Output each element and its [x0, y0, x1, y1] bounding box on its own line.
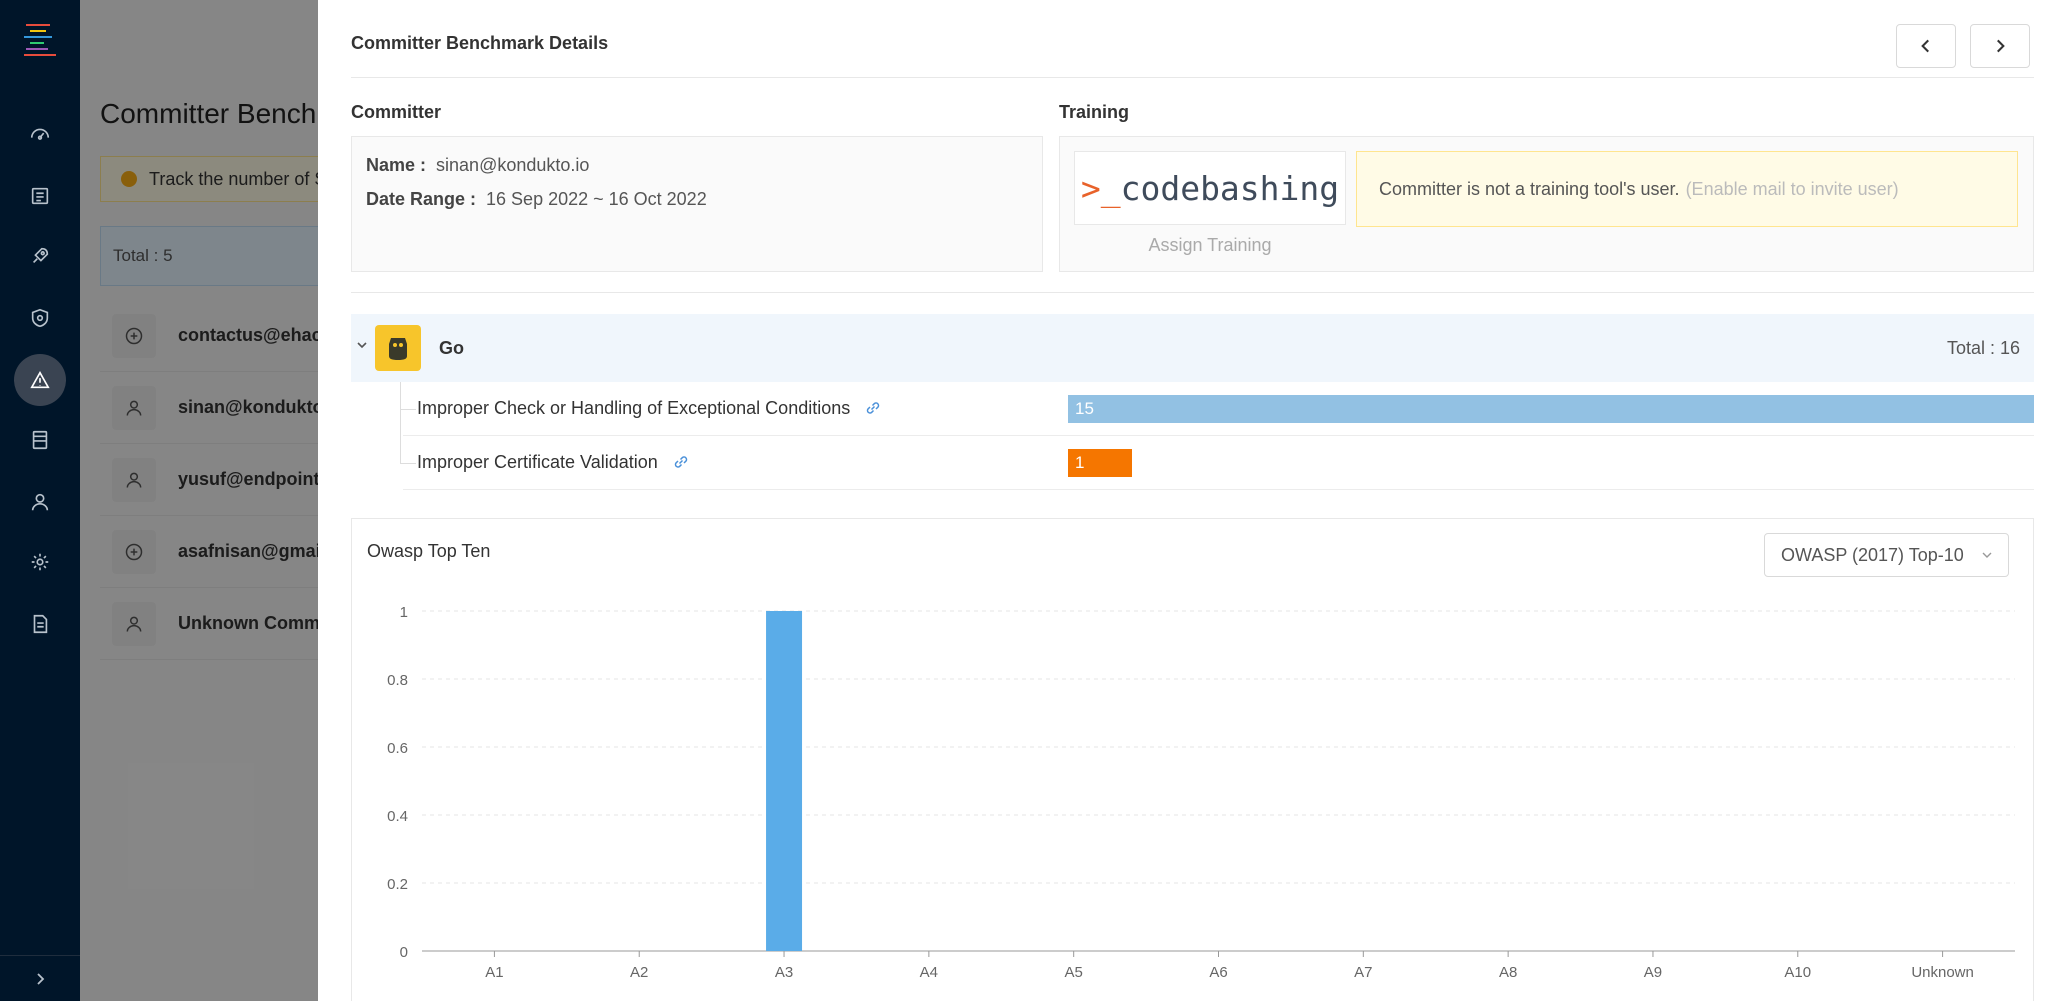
committer-section-label: Committer — [351, 102, 442, 122]
divider — [351, 77, 2034, 78]
file-icon[interactable] — [14, 598, 66, 650]
training-message: Committer is not a training tool's user. — [1379, 178, 1680, 199]
divider — [351, 292, 2034, 293]
x-tick-label: A2 — [630, 964, 648, 981]
user-icon[interactable] — [14, 476, 66, 528]
sidebar — [0, 0, 80, 1001]
y-tick-label: 0.8 — [387, 672, 408, 689]
x-tick-label: A10 — [1784, 964, 1811, 981]
owasp-bar-chart: 0 0.2 0.4 0.6 0.8 1 A1 A2 A3 A4 A5 A6 A7 A8 A9 A10 Unkno… — [387, 604, 2015, 981]
expand-sidebar-button[interactable] — [0, 955, 80, 1001]
y-tick-label: 0.2 — [387, 876, 408, 893]
x-tick-label: Unknown — [1911, 964, 1974, 981]
enable-mail-link[interactable]: (Enable mail to invite user) — [1686, 179, 1899, 200]
language-name: Go — [439, 338, 464, 358]
link-icon[interactable] — [672, 453, 690, 471]
y-tick-label: 0.6 — [387, 740, 408, 757]
warning-icon[interactable] — [14, 354, 66, 406]
committer-name: sinan@kondukto.io — [436, 155, 590, 175]
training-section-label: Training — [1059, 102, 1130, 122]
book-icon[interactable] — [14, 414, 66, 466]
x-tick-label: A6 — [1209, 964, 1227, 981]
committer-details-drawer: Committer Benchmark Details Committer Tr… — [318, 0, 2048, 1001]
date-range-line: Date Range : 16 Sep 2022 ~ 16 Oct 2022 — [366, 189, 707, 210]
logo-prompt: >_ — [1080, 168, 1121, 208]
tree-line — [400, 409, 416, 410]
vulnerability-name: Improper Certificate Validation — [417, 452, 658, 472]
assign-training-link[interactable]: Assign Training — [1074, 235, 1346, 256]
tree-line — [400, 436, 401, 464]
y-tick-label: 1 — [400, 604, 408, 621]
logo-word: codebashing — [1120, 168, 1340, 208]
x-tick-label: A7 — [1354, 964, 1372, 981]
tree-line — [400, 463, 416, 464]
dashboard-icon[interactable] — [14, 108, 66, 160]
chevron-down-icon[interactable] — [355, 338, 369, 352]
chevron-left-icon — [1921, 39, 1929, 53]
x-tick-label: A8 — [1499, 964, 1517, 981]
x-tick-label: A4 — [920, 964, 938, 981]
y-tick-label: 0 — [400, 944, 408, 961]
x-tick-label: A9 — [1644, 964, 1662, 981]
owasp-chart-card: Owasp Top Ten OWASP (2017) Top-10 0 0.2 0.… — [351, 518, 2034, 1001]
row-divider — [403, 489, 2034, 490]
bar-a3 — [766, 611, 803, 951]
language-total: Total : 16 — [1946, 338, 2020, 358]
next-button[interactable] — [1970, 24, 2030, 68]
committer-info-panel: Name : sinan@kondukto.io Date Range : 16 S… — [351, 136, 1043, 272]
vulnerability-row: Improper Check or Handling of Exceptiona… — [351, 382, 2034, 436]
vulnerability-name: Improper Check or Handling of Exceptiona… — [417, 398, 851, 418]
committer-name-line: Name : sinan@kondukto.io — [366, 155, 589, 176]
language-group-row[interactable]: Go Total : 16 — [351, 314, 2034, 382]
name-label: Name : — [366, 155, 427, 175]
vulnerability-count-bar: 15 — [1068, 395, 2034, 423]
x-tick-label: A3 — [775, 964, 793, 981]
go-language-icon — [375, 325, 421, 371]
previous-button[interactable] — [1896, 24, 1956, 68]
drawer-title: Committer Benchmark Details — [351, 33, 609, 53]
link-icon[interactable] — [864, 399, 882, 417]
date-range-value: 16 Sep 2022 ~ 16 Oct 2022 — [486, 189, 707, 209]
shield-icon[interactable] — [14, 292, 66, 344]
training-panel: >_ codebashing Assign Training Committer … — [1059, 136, 2034, 272]
app-logo-icon[interactable] — [20, 20, 60, 60]
vulnerability-count-bar: 1 — [1068, 449, 1132, 477]
x-tick-label: A1 — [485, 964, 503, 981]
y-tick-label: 0.4 — [387, 808, 408, 825]
training-alert: Committer is not a training tool's user.… — [1356, 151, 2018, 227]
x-tick-label: A5 — [1065, 964, 1083, 981]
date-range-label: Date Range : — [366, 189, 477, 209]
list-icon[interactable] — [14, 170, 66, 222]
chevron-right-icon — [37, 972, 45, 985]
vulnerability-row: Improper Certificate Validation 1 — [351, 436, 2034, 490]
codebashing-logo: >_ codebashing — [1074, 151, 1346, 225]
chevron-right-icon — [1997, 39, 2005, 53]
gear-icon[interactable] — [14, 536, 66, 588]
rocket-icon[interactable] — [14, 230, 66, 282]
